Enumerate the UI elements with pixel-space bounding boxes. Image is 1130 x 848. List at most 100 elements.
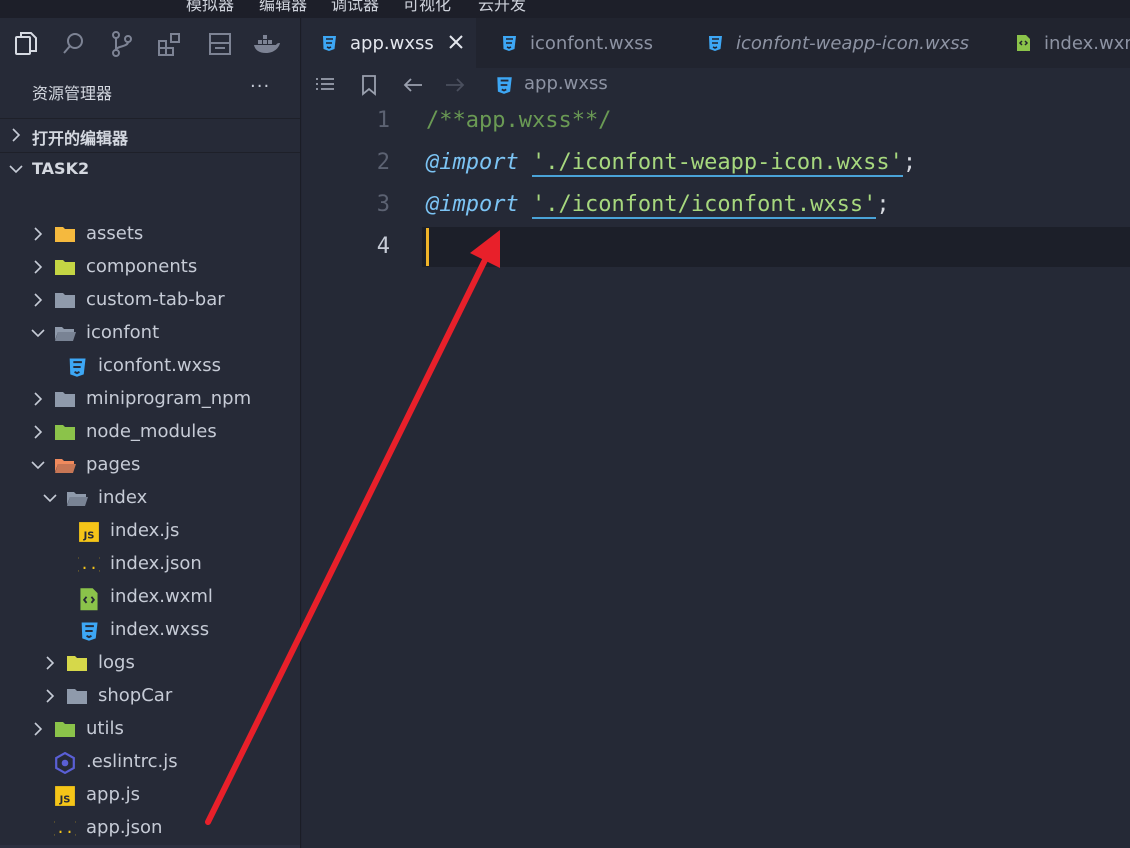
activity-bar xyxy=(0,18,300,70)
tree-file-eslintrc-js[interactable]: .eslintrc.js xyxy=(0,746,300,779)
import-keyword: @import xyxy=(426,150,519,175)
text-cursor xyxy=(426,228,429,266)
import-path-link[interactable]: './iconfont/iconfont.wxss' xyxy=(531,192,877,219)
menu-debugger[interactable]: 调试器 xyxy=(331,0,379,15)
css-file-icon xyxy=(323,36,336,51)
folder-assets-icon xyxy=(54,224,76,244)
tree-item-label: .eslintrc.js xyxy=(86,751,178,772)
tree-item-label: index.wxss xyxy=(110,619,210,640)
semicolon: ; xyxy=(876,192,890,217)
code-line-3: @import './iconfont/iconfont.wxss'; xyxy=(426,192,890,219)
folder-utils-icon xyxy=(54,719,76,739)
folder-logs-icon xyxy=(66,653,88,673)
tree-item-label: index.js xyxy=(110,520,180,541)
tree-item-label: iconfont.wxss xyxy=(98,355,221,376)
extensions-icon[interactable] xyxy=(156,30,184,58)
sidebar: 资源管理器 ··· 打开的编辑器 TASK2 assets components c… xyxy=(0,18,301,848)
line-number: 3 xyxy=(376,192,390,217)
css-file-icon xyxy=(66,356,88,377)
import-keyword: @import xyxy=(426,192,519,217)
tab-iconfont-weapp-icon-wxss[interactable]: iconfont-weapp-icon.wxss xyxy=(680,18,988,68)
menu-visualize[interactable]: 可视化 xyxy=(403,0,451,15)
folder-icon xyxy=(54,389,76,409)
tab-iconfont-wxss[interactable]: iconfont.wxss xyxy=(476,18,680,68)
tree-folder-assets[interactable]: assets xyxy=(0,218,300,251)
explorer-icon[interactable] xyxy=(12,30,40,58)
tree-folder-utils[interactable]: utils xyxy=(0,713,300,746)
current-line-highlight xyxy=(422,227,1130,267)
menu-simulator[interactable]: 模拟器 xyxy=(186,0,234,15)
breadcrumb-file[interactable]: app.wxss xyxy=(524,73,608,94)
tree-folder-components[interactable]: components xyxy=(0,251,300,284)
chevron-right-icon xyxy=(46,689,55,703)
js-file-icon: JS xyxy=(78,521,100,542)
menu-editor[interactable]: 编辑器 xyxy=(259,0,307,15)
chevron-right-icon xyxy=(34,293,43,307)
svg-text:JS: JS xyxy=(83,531,95,542)
tree-item-label: miniprogram_npm xyxy=(86,388,252,409)
open-editors-section[interactable]: 打开的编辑器 xyxy=(0,118,300,151)
tree-file-app-js[interactable]: JS app.js xyxy=(0,779,300,812)
tree-folder-pages[interactable]: pages xyxy=(0,449,300,482)
close-icon[interactable] xyxy=(446,32,466,52)
tree-file-app-json[interactable]: {..} app.json xyxy=(0,812,300,845)
layout-icon[interactable] xyxy=(206,30,234,58)
docker-icon[interactable] xyxy=(252,30,280,58)
explorer-title: 资源管理器 xyxy=(32,84,113,103)
tree-item-label: shopCar xyxy=(98,685,173,706)
code-area[interactable]: 1 2 3 4 /**app.wxss**/ @import './iconfo… xyxy=(302,102,1130,848)
source-control-icon[interactable] xyxy=(108,30,136,58)
tree-item-label: iconfont xyxy=(86,322,160,343)
wxml-file-icon xyxy=(1017,35,1030,51)
tree-file-index-wxss[interactable]: index.wxss xyxy=(0,614,300,647)
tree-item-label: index.json xyxy=(110,553,202,574)
folder-pages-icon xyxy=(54,455,76,475)
project-label: TASK2 xyxy=(32,159,90,178)
forward-arrow-icon[interactable] xyxy=(444,74,466,96)
tab-index-wxml[interactable]: index.wxml xyxy=(988,18,1130,68)
search-icon[interactable] xyxy=(60,30,88,58)
bookmark-icon[interactable] xyxy=(358,74,380,96)
tree-folder-index[interactable]: index xyxy=(0,482,300,515)
eslint-file-icon xyxy=(54,751,76,775)
tree-folder-shopcar[interactable]: shopCar xyxy=(0,680,300,713)
tab-label: app.wxss xyxy=(350,33,434,54)
tree-folder-custom-tab-bar[interactable]: custom-tab-bar xyxy=(0,284,300,317)
tree-file-iconfont-wxss[interactable]: iconfont.wxss xyxy=(0,350,300,383)
tree-file-index-js[interactable]: JS index.js xyxy=(0,515,300,548)
chevron-right-icon xyxy=(34,227,43,241)
more-actions-button[interactable]: ··· xyxy=(250,76,270,97)
back-arrow-icon[interactable] xyxy=(402,74,424,96)
code-line-1: /**app.wxss**/ xyxy=(426,108,611,133)
tree-item-label: utils xyxy=(86,718,124,739)
import-path-link[interactable]: './iconfont-weapp-icon.wxss' xyxy=(531,150,903,177)
menu-cloud[interactable]: 云开发 xyxy=(478,0,526,15)
menu-bar: 模拟器 编辑器 调试器 可视化 云开发 xyxy=(0,0,1130,18)
chevron-down-icon xyxy=(31,461,45,470)
tab-app-wxss[interactable]: app.wxss xyxy=(302,18,476,68)
tree-file-index-wxml[interactable]: index.wxml xyxy=(0,581,300,614)
project-section[interactable]: TASK2 xyxy=(0,152,300,185)
json-file-icon: {..} xyxy=(71,554,107,574)
svg-text:JS: JS xyxy=(59,795,71,806)
css-file-icon xyxy=(709,36,722,51)
tree-folder-iconfont[interactable]: iconfont xyxy=(0,317,300,350)
folder-icon xyxy=(54,290,76,310)
tree-folder-miniprogram-npm[interactable]: miniprogram_npm xyxy=(0,383,300,416)
folder-components-icon xyxy=(54,257,76,277)
tree-folder-node-modules[interactable]: node_modules xyxy=(0,416,300,449)
tree-item-label: components xyxy=(86,256,198,277)
tab-bar: app.wxss iconfont.wxss iconfont-weapp-ic… xyxy=(302,18,1130,68)
js-file-icon: JS xyxy=(54,785,76,806)
css-file-icon xyxy=(503,36,516,51)
tree-item-label: app.json xyxy=(86,817,163,838)
folder-open-icon xyxy=(66,488,88,508)
semicolon: ; xyxy=(902,150,917,175)
svg-text:{..}: {..} xyxy=(54,819,76,837)
tree-folder-logs[interactable]: logs xyxy=(0,647,300,680)
chevron-right-icon xyxy=(12,128,21,142)
chevron-down-icon xyxy=(43,494,57,503)
tree-file-index-json[interactable]: {..} index.json xyxy=(0,548,300,581)
tree-item-label: assets xyxy=(86,223,144,244)
list-icon[interactable] xyxy=(314,74,336,96)
